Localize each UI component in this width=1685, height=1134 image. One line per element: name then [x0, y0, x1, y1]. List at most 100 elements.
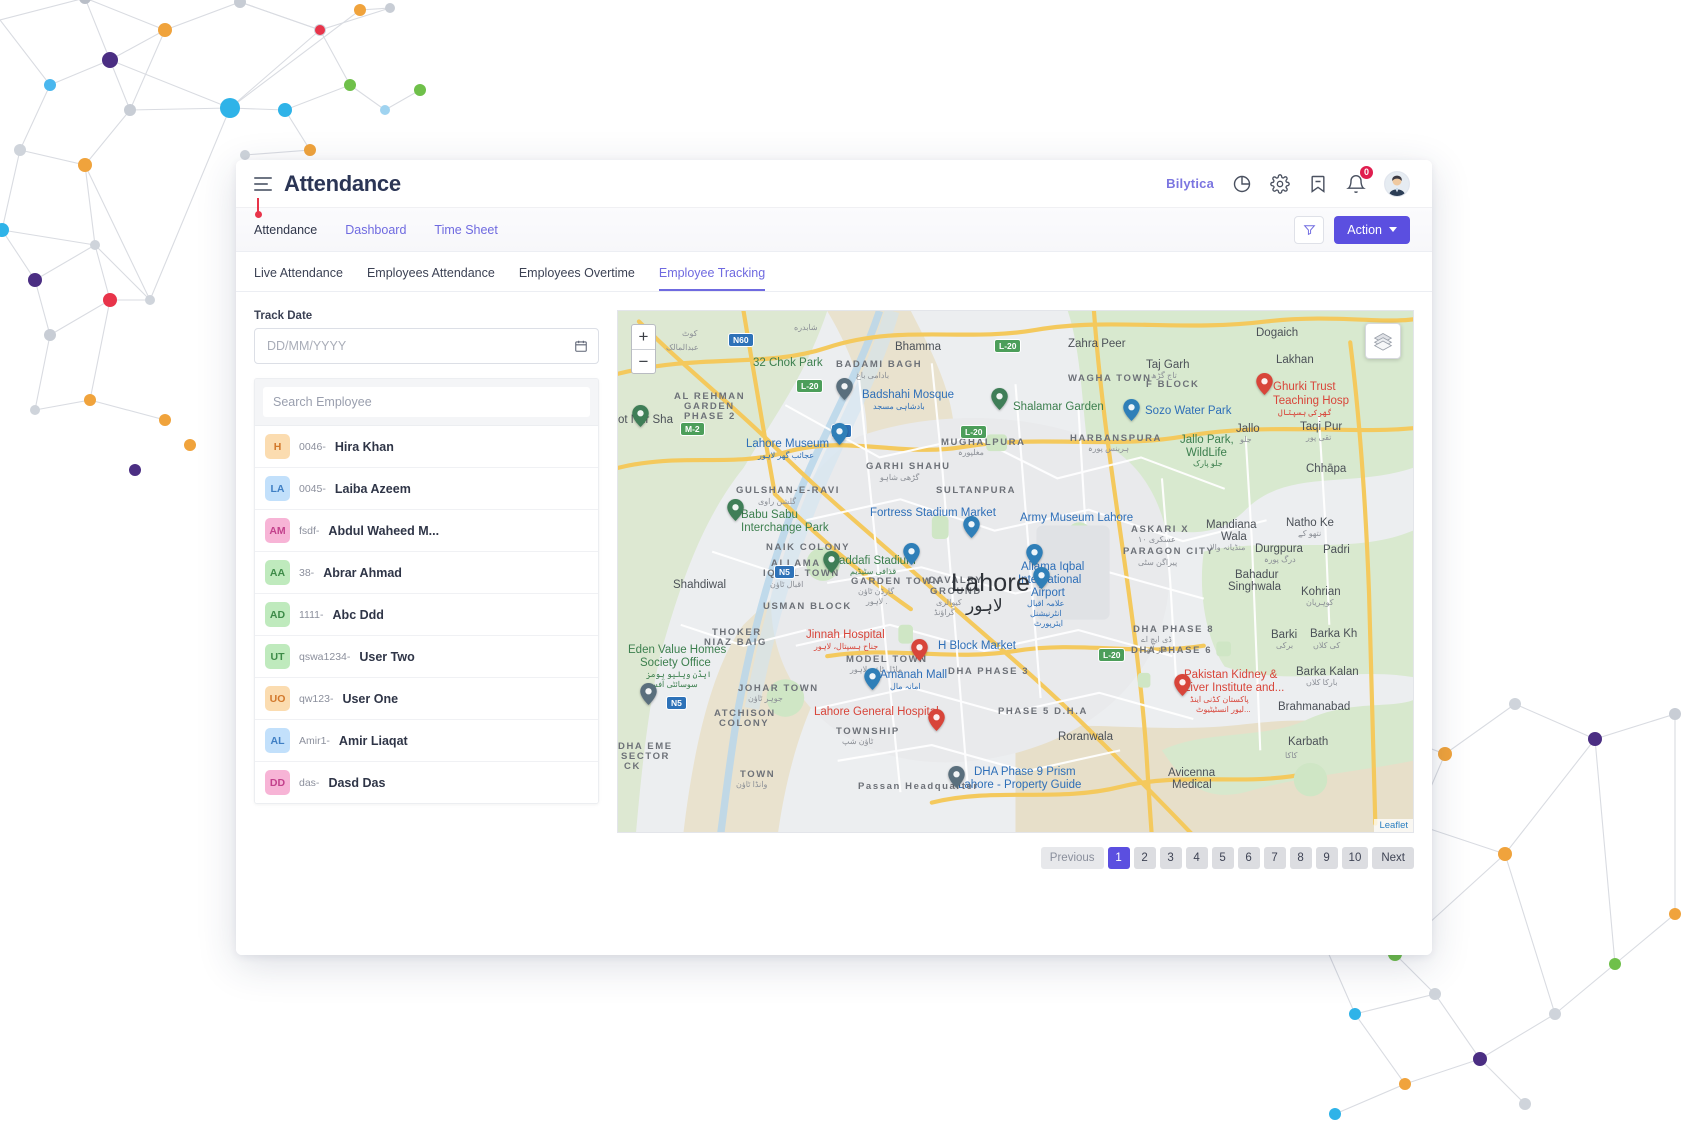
map-label: امانہ مال — [890, 682, 921, 691]
map-pin-icon[interactable] — [991, 388, 1008, 410]
nav-link-dashboard[interactable]: Dashboard — [345, 223, 406, 237]
map-label: کوٹ — [682, 329, 698, 338]
pagination-page-7[interactable]: 7 — [1263, 847, 1286, 869]
map-label: Dogaich — [1256, 327, 1299, 339]
map-pin-icon[interactable] — [1033, 567, 1050, 589]
action-button[interactable]: Action — [1334, 215, 1410, 244]
map-pin-icon[interactable] — [1026, 544, 1043, 566]
pagination-page-3[interactable]: 3 — [1159, 847, 1182, 869]
pagination-page-6[interactable]: 6 — [1237, 847, 1260, 869]
map-label: فیز آٹھ — [1145, 645, 1168, 654]
employee-list-item[interactable]: AM fsdf- Abdul Waheed M... — [255, 509, 598, 551]
map-label: Bhamma — [895, 341, 942, 353]
map-zoom-in-button[interactable]: + — [632, 325, 655, 349]
bookmark-icon[interactable] — [1308, 174, 1328, 194]
nav-links: Attendance Dashboard Time Sheet — [254, 223, 498, 237]
chart-pie-icon[interactable] — [1232, 174, 1252, 194]
map-label: بادشاہی مسجد — [873, 402, 925, 411]
track-date-field[interactable] — [254, 328, 599, 364]
map-label: DHA PHASE 6 — [1131, 645, 1213, 656]
map-pin-icon[interactable] — [640, 683, 657, 705]
hamburger-menu-icon[interactable] — [254, 176, 272, 191]
pagination-page-4[interactable]: 4 — [1185, 847, 1208, 869]
map-label: Eden Value Homes — [628, 644, 727, 656]
employee-list-item[interactable]: AA 38- Abrar Ahmad — [255, 551, 598, 593]
track-date-input[interactable] — [265, 329, 574, 363]
tab-employee-tracking[interactable]: Employee Tracking — [658, 266, 766, 291]
employee-list-item[interactable]: LA 0045- Laiba Azeem — [255, 467, 598, 509]
employee-list-item[interactable]: AD 1111- Abc Ddd — [255, 593, 598, 635]
leaflet-attribution[interactable]: Leaflet — [1374, 819, 1413, 832]
notifications-bell[interactable]: 0 — [1346, 164, 1374, 194]
content-area: Track Date H 0046- Hira Khan LA 0045- Laiba A… — [236, 292, 1432, 955]
pagination-page-9[interactable]: 9 — [1315, 847, 1338, 869]
pagination-page-10[interactable]: 10 — [1341, 847, 1369, 869]
employee-list-item[interactable]: H 0046- Hira Khan — [255, 425, 598, 467]
pagination-next[interactable]: Next — [1372, 847, 1414, 869]
map-label: وانڈا ٹاؤن — [736, 780, 768, 789]
map-pin-icon[interactable] — [632, 405, 649, 427]
map-label: شابدره — [794, 323, 818, 332]
search-employee-input[interactable] — [263, 387, 590, 417]
brand-label: Bilytica — [1166, 176, 1214, 191]
map-pin-icon[interactable] — [948, 766, 965, 788]
page-title: Attendance — [284, 170, 401, 196]
map-pin-icon[interactable] — [1256, 373, 1273, 395]
map-label: عسکری ۱۰ — [1138, 535, 1176, 544]
tab-employees-attendance[interactable]: Employees Attendance — [367, 266, 495, 291]
employee-code: Amir1- — [299, 734, 330, 747]
pagination-page-1[interactable]: 1 — [1107, 847, 1130, 869]
map-layers-button[interactable] — [1365, 323, 1401, 359]
pagination-previous[interactable]: Previous — [1040, 847, 1104, 869]
employee-list-item[interactable]: UT qswa1234- User Two — [255, 635, 598, 677]
map-label: Medical — [1172, 779, 1212, 791]
tab-live-attendance[interactable]: Live Attendance — [254, 266, 343, 291]
map-column: شابدره Bhamma Zahra Peer Dogaich کوٹ عبدالمال… — [617, 310, 1414, 955]
map-label: Babu Sabu — [741, 509, 798, 521]
employee-list-item[interactable]: UO qw123- User One — [255, 677, 598, 719]
employee-list-item[interactable]: AL Amir1- Amir Liaqat — [255, 719, 598, 761]
map-highway-shield: L-20 — [796, 379, 824, 393]
map-label: ڈی ایچ اے — [1141, 635, 1172, 644]
tab-employees-overtime[interactable]: Employees Overtime — [519, 266, 635, 291]
map-label: Bahadur — [1235, 569, 1279, 581]
map-pin-icon[interactable] — [836, 378, 853, 400]
map-pin-icon[interactable] — [963, 516, 980, 538]
map-pin-icon[interactable] — [823, 551, 840, 573]
filter-button[interactable] — [1294, 215, 1325, 244]
map-pin-icon[interactable] — [831, 423, 848, 445]
calendar-icon[interactable] — [574, 339, 588, 353]
pagination-page-5[interactable]: 5 — [1211, 847, 1234, 869]
nav-link-time-sheet[interactable]: Time Sheet — [434, 223, 497, 237]
employee-code: 0046- — [299, 440, 326, 453]
employee-name: User Two — [359, 649, 415, 664]
map-label: کی کلاں — [1313, 641, 1341, 650]
map-label: Pakistan Kidney & — [1184, 669, 1278, 681]
pagination: Previous 1 2 3 4 5 6 7 8 9 10 Next — [617, 833, 1414, 869]
map-pin-icon[interactable] — [903, 543, 920, 565]
map-label: GROUND — [930, 586, 982, 597]
pagination-page-2[interactable]: 2 — [1133, 847, 1156, 869]
map-pin-icon[interactable] — [727, 499, 744, 521]
avatar[interactable] — [1384, 170, 1410, 197]
map-zoom-out-button[interactable]: − — [632, 349, 655, 373]
map-label: گراؤنڈ — [934, 608, 955, 617]
map-pin-icon[interactable] — [911, 639, 928, 661]
map-label: بارکا کلاں — [1306, 678, 1338, 687]
map-frame[interactable]: شابدره Bhamma Zahra Peer Dogaich کوٹ عبدالمال… — [617, 310, 1414, 833]
employee-code: fsdf- — [299, 524, 320, 537]
employee-list-item[interactable]: DD das- Dasd Das — [255, 761, 598, 803]
map-label: Durgpura — [1255, 543, 1303, 555]
nav-link-attendance[interactable]: Attendance — [254, 223, 317, 237]
gear-icon[interactable] — [1270, 173, 1290, 194]
map-label: ٹاؤن شپ — [842, 737, 874, 746]
map-label: GARDEN — [684, 401, 735, 412]
pagination-page-8[interactable]: 8 — [1289, 847, 1312, 869]
map-pin-icon[interactable] — [928, 709, 945, 731]
map-label: Jinnah Hospital — [806, 629, 885, 641]
map-pin-icon[interactable] — [1174, 674, 1191, 696]
map-label: گلشن راوی — [758, 497, 797, 506]
map-highway-shield: N5 — [774, 565, 795, 579]
map-pin-icon[interactable] — [864, 668, 881, 690]
map-pin-icon[interactable] — [1123, 399, 1140, 421]
